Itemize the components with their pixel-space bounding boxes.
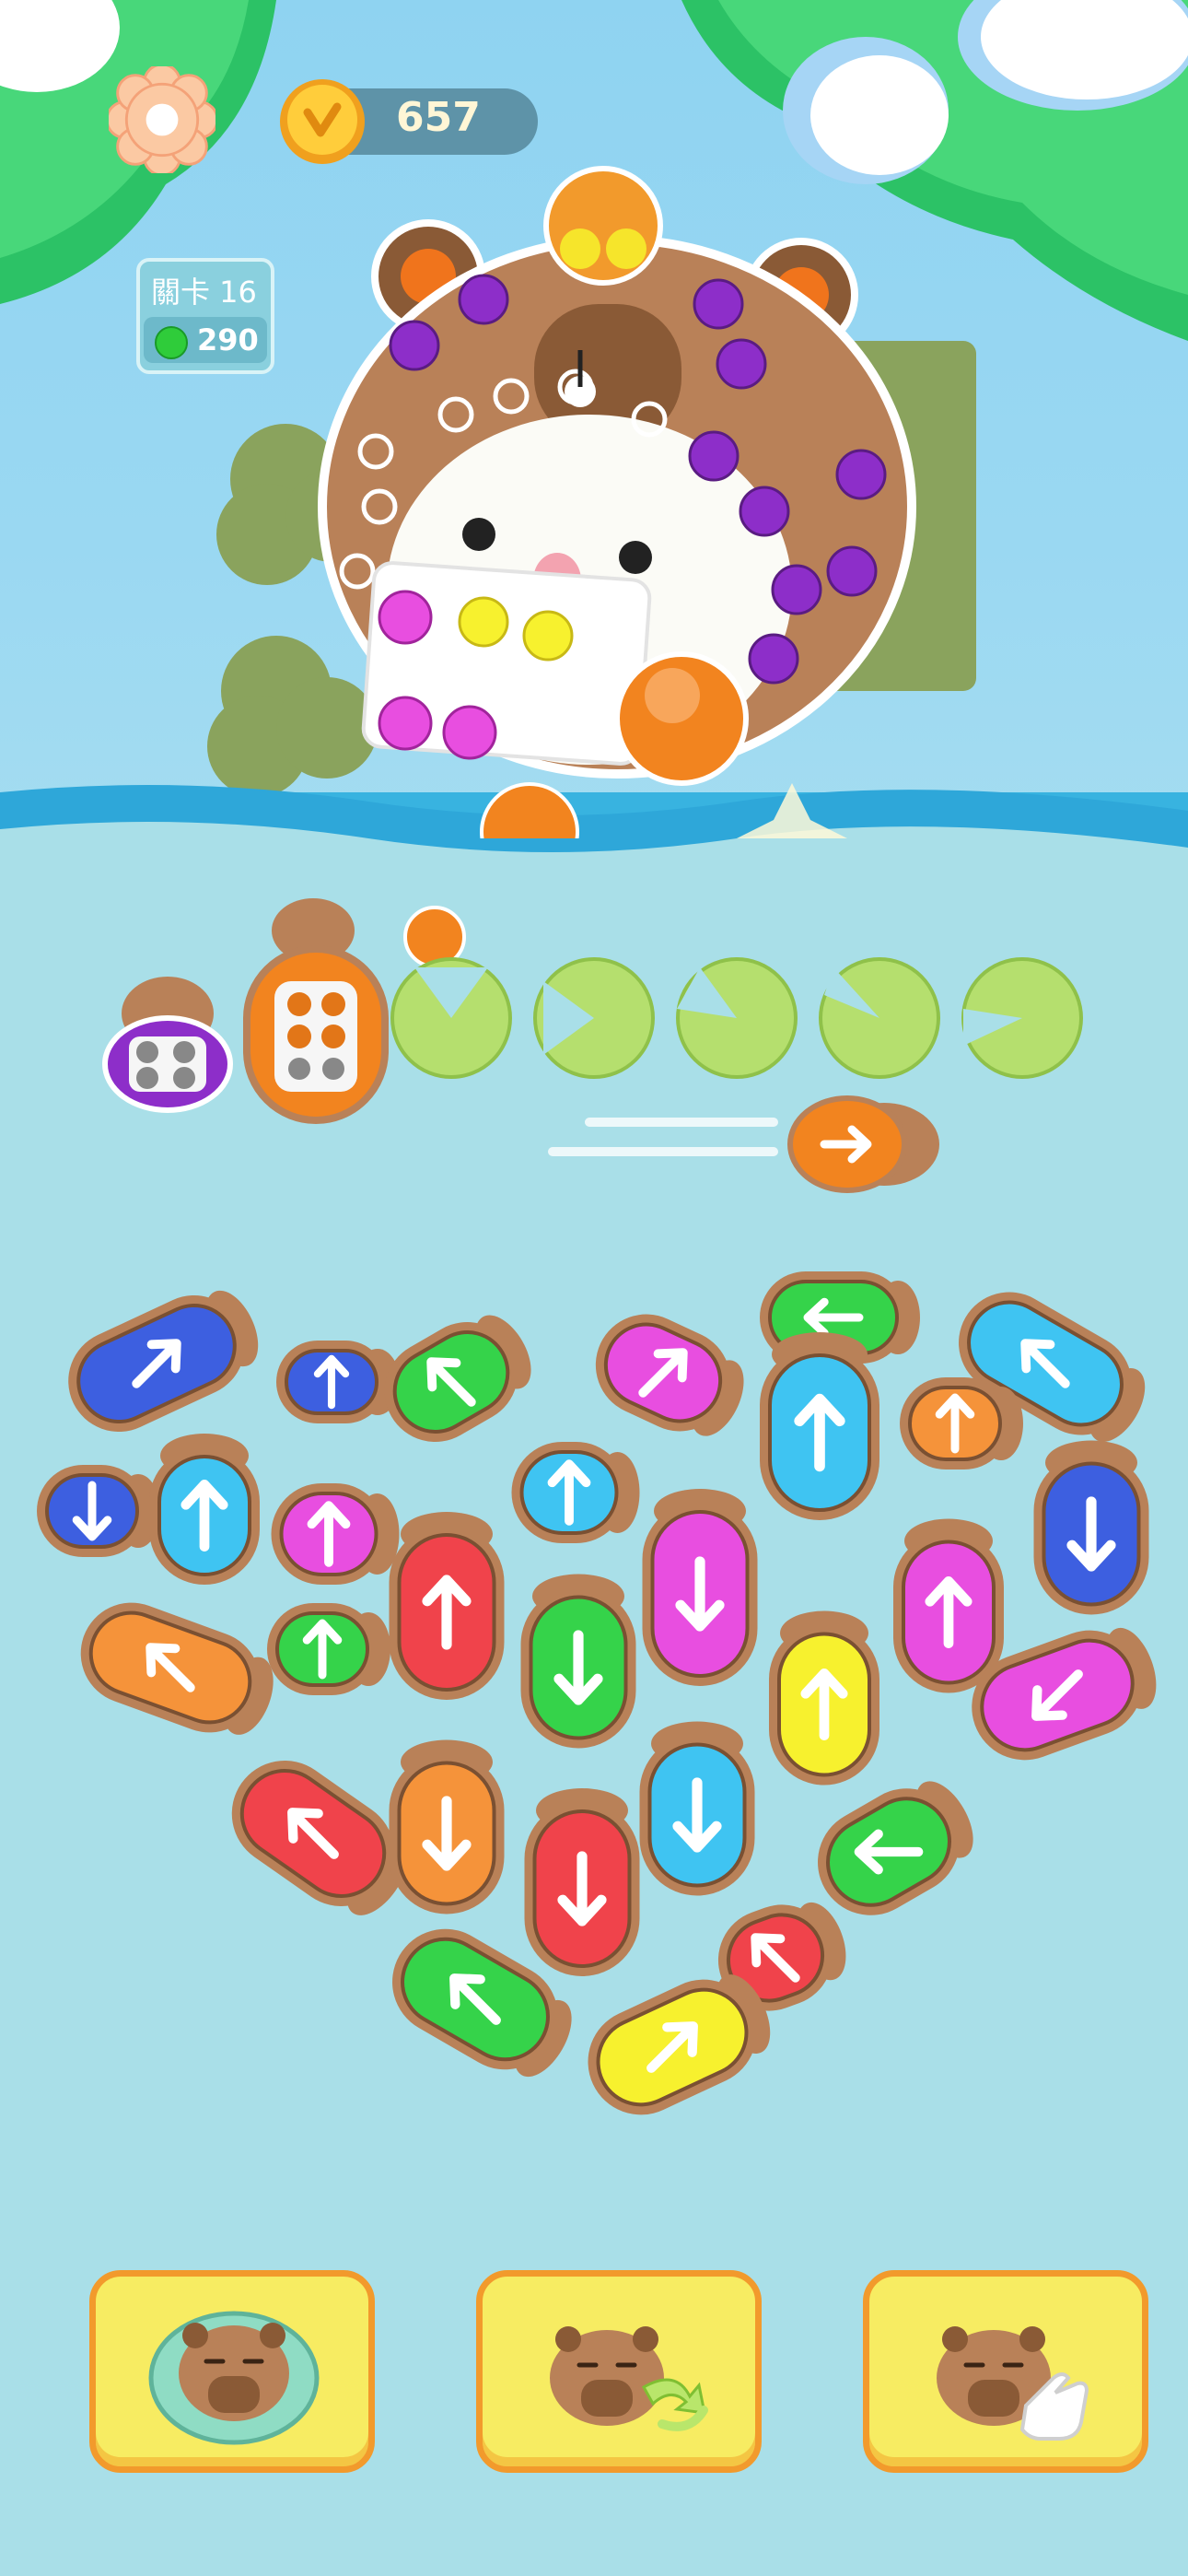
capybara-piece-red[interactable]: [389, 1512, 505, 1700]
capybara-board[interactable]: [0, 1244, 1188, 2165]
level-card: 關卡 16 290: [136, 258, 274, 374]
capybara-piece-pink[interactable]: [642, 1489, 758, 1686]
capybara-piece-green[interactable]: [520, 1574, 636, 1749]
lily-pad: [676, 957, 798, 1079]
slot-row: [102, 898, 1083, 1193]
lily-pad: [533, 957, 655, 1079]
orange-fruit: [543, 166, 663, 286]
slot-capybara-orange: [243, 898, 389, 1124]
lily-pad: [390, 957, 512, 1079]
green-ball-icon: [155, 326, 188, 359]
capybara-hand-icon: [937, 2326, 1089, 2441]
capybara-piece-pink[interactable]: [893, 1518, 1004, 1693]
lily-pad: [961, 957, 1083, 1079]
slot-capybara-purple: [102, 977, 233, 1113]
capybara-piece-pink[interactable]: [579, 1297, 759, 1453]
capybara-target: [318, 166, 916, 838]
shuffle-booster-button[interactable]: [89, 2270, 375, 2473]
capybara-piece-green[interactable]: [367, 1297, 548, 1460]
level-score-box: 290: [144, 317, 267, 363]
capybara-piece-green[interactable]: [798, 1762, 990, 1935]
gear-icon[interactable]: [109, 66, 215, 173]
capybara-piece-orange[interactable]: [66, 1588, 286, 1751]
level-score: 290: [197, 322, 259, 357]
capybara-piece-yellow[interactable]: [769, 1610, 879, 1786]
capybara-piece-blue[interactable]: [1033, 1440, 1149, 1615]
capybara-piece-cyan[interactable]: [149, 1434, 260, 1585]
swap-booster-button[interactable]: [476, 2270, 762, 2473]
capybara-piece-orange[interactable]: [900, 1377, 1023, 1469]
coin-count: 657: [396, 94, 481, 141]
capybara-piece-red[interactable]: [524, 1788, 640, 1976]
capybara-piece-blue[interactable]: [37, 1465, 160, 1557]
capybara-piece-blue[interactable]: [276, 1341, 400, 1423]
capybara-piece-pink[interactable]: [271, 1483, 400, 1585]
flying-ball: [480, 782, 579, 838]
capybara-in-ring-icon: [148, 2311, 320, 2445]
capybara-piece-blue[interactable]: [52, 1273, 273, 1448]
tap-booster-button[interactable]: [863, 2270, 1148, 2473]
moving-capybara: [787, 1095, 939, 1193]
level-label: 關卡 16: [151, 275, 257, 310]
capybara-piece-cyan[interactable]: [511, 1442, 640, 1543]
capybara-piece-cyan[interactable]: [760, 1332, 879, 1520]
capybara-arrows-icon: [550, 2326, 708, 2431]
speed-lines: [548, 1118, 778, 1156]
capybara-piece-cyan[interactable]: [639, 1721, 755, 1896]
capybara-piece-orange[interactable]: [389, 1739, 505, 1914]
lily-pad: [819, 957, 940, 1079]
capybara-piece-green[interactable]: [267, 1603, 390, 1695]
